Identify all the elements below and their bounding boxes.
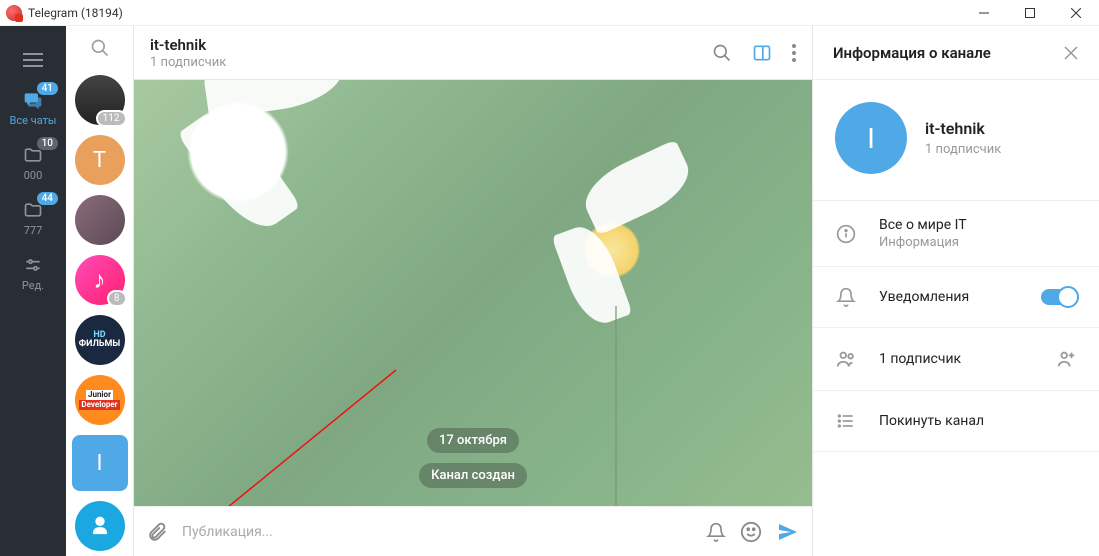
channel-avatar[interactable]: I [835,102,907,174]
send-icon[interactable] [776,520,800,544]
search-icon[interactable] [712,43,732,63]
folder-label: Ред. [22,279,44,292]
notifications-label: Уведомления [879,289,969,305]
message-input[interactable] [182,524,692,540]
bell-icon [835,287,857,307]
message-input-row [134,506,812,556]
info-panel-title: Информация о канале [833,44,991,62]
channel-profile: I it-tehnik 1 подписчик [813,80,1099,201]
minimize-button[interactable] [961,0,1007,26]
channel-name: it-tehnik [925,119,1001,138]
background-decoration [615,306,617,506]
about-text: Все о мире IT [879,217,967,233]
folder-777[interactable]: 44 777 [0,190,66,245]
date-separator: 17 октября [427,428,519,453]
hamburger-icon [23,59,43,61]
titlebar: Telegram (18194) [0,0,1099,26]
attach-icon[interactable] [146,521,168,543]
add-member-icon[interactable] [1055,348,1077,370]
system-message: Канал создан [419,463,527,488]
chat-item[interactable]: JuniorDeveloper [75,375,125,425]
background-decoration [512,150,712,350]
notifications-toggle[interactable] [1041,289,1077,305]
chat-subtitle: 1 подписчик [150,55,226,70]
chat-item[interactable]: HDФИЛЬМЫ [75,315,125,365]
chat-item[interactable]: 112 [75,75,125,125]
chat-item[interactable]: T [75,135,125,185]
folder-000[interactable]: 10 000 [0,135,66,190]
chat-title[interactable]: it-tehnik [150,36,226,54]
about-row[interactable]: Все о мире IT Информация [813,201,1099,267]
chat-item[interactable]: ♪8 [75,255,125,305]
search-button[interactable] [66,26,133,70]
app-icon [6,5,22,21]
info-icon [835,224,857,244]
members-label: 1 подписчик [879,351,961,367]
members-icon [835,348,857,370]
folders-sidebar: 41 Все чаты 10 000 44 777 Ред. [0,26,66,556]
chats-column: 112 T ♪8 HDФИЛЬМЫ JuniorDeveloper I [66,26,134,556]
folder-all-chats[interactable]: 41 Все чаты [0,80,66,135]
leave-row[interactable]: Покинуть канал [813,391,1099,452]
members-row[interactable]: 1 подписчик [813,328,1099,391]
annotation-arrow [196,360,416,506]
chat-item[interactable] [75,195,125,245]
avatar-letter: T [93,148,106,173]
window-controls [961,0,1099,26]
main-menu-button[interactable] [0,40,66,80]
chat-item[interactable] [75,501,125,551]
maximize-button[interactable] [1007,0,1053,26]
emoji-icon[interactable] [740,521,762,543]
chat-item-active[interactable]: I [72,435,128,491]
folder-label: 000 [24,169,43,182]
window-title: Telegram (18194) [28,6,123,20]
info-panel: Информация о канале I it-tehnik 1 подпис… [813,26,1099,556]
folder-badge: 10 [37,137,58,150]
mute-icon[interactable] [706,522,726,542]
folder-edit[interactable]: Ред. [0,245,66,300]
close-icon[interactable] [1063,45,1079,61]
more-icon[interactable] [792,44,796,62]
unread-badge: 112 [96,110,127,127]
folder-badge: 41 [37,82,58,95]
folder-badge: 44 [37,192,58,205]
avatar-letter: I [97,451,103,476]
chat-header: it-tehnik 1 подписчик [134,26,812,80]
about-sub: Информация [879,235,967,250]
list-icon [835,411,857,431]
search-icon [90,38,110,58]
info-header: Информация о канале [813,26,1099,80]
sliders-icon [23,255,43,275]
close-button[interactable] [1053,0,1099,26]
sidebar-toggle-icon[interactable] [752,43,772,63]
chat-body[interactable]: 17 октября Канал создан [134,80,812,506]
folder-label: Все чаты [10,114,57,127]
main-column: it-tehnik 1 подписчик 17 октября Канал с… [134,26,813,556]
folder-label: 777 [24,224,43,237]
leave-label: Покинуть канал [879,413,984,429]
channel-subscribers: 1 подписчик [925,142,1001,157]
background-decoration [134,80,334,260]
unread-badge: 8 [107,290,127,307]
notifications-row[interactable]: Уведомления [813,267,1099,328]
